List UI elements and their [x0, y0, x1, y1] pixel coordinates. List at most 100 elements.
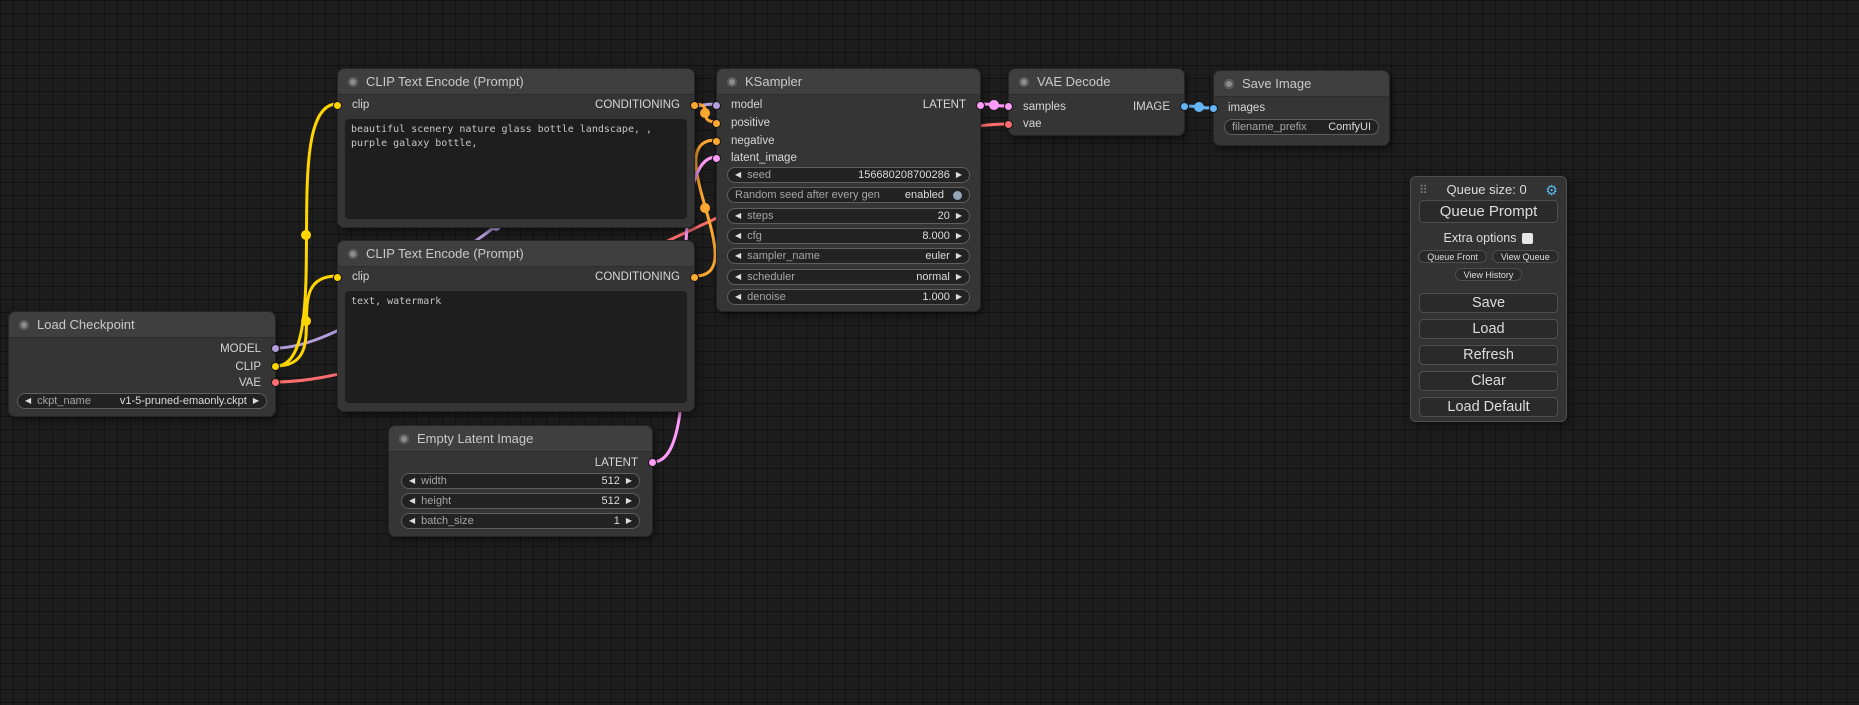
load-button[interactable]: Load — [1419, 319, 1558, 339]
node-title-bar[interactable]: KSampler — [717, 69, 980, 95]
node-title-bar[interactable]: Load Checkpoint — [9, 312, 275, 338]
collapse-dot-icon[interactable] — [348, 249, 358, 259]
decrement-icon[interactable]: ◀ — [735, 232, 741, 240]
widget-steps[interactable]: ◀ steps 20 ▶ — [727, 208, 970, 224]
collapse-dot-icon[interactable] — [1224, 79, 1234, 89]
slot-images-input[interactable] — [1209, 104, 1218, 113]
prompt-textarea[interactable]: beautiful scenery nature glass bottle la… — [345, 119, 687, 219]
toggle-indicator-icon[interactable] — [953, 191, 962, 200]
queue-front-button[interactable]: Queue Front — [1418, 250, 1487, 263]
slot-latent-output[interactable] — [648, 458, 657, 467]
slot-conditioning-output[interactable] — [690, 273, 699, 282]
prompt-textarea[interactable]: text, watermark — [345, 291, 687, 403]
slot-clip-output[interactable] — [271, 362, 280, 371]
slot-model-output[interactable] — [271, 344, 280, 353]
increment-icon[interactable]: ▶ — [956, 171, 962, 179]
decrement-icon[interactable]: ◀ — [409, 497, 415, 505]
extra-options-checkbox[interactable] — [1522, 233, 1533, 244]
collapse-dot-icon[interactable] — [348, 77, 358, 87]
node-graph-canvas[interactable]: Load Checkpoint MODEL CLIP VAE ◀ ckpt_na… — [0, 0, 1859, 705]
collapse-dot-icon[interactable] — [19, 320, 29, 330]
widget-height[interactable]: ◀ height 512 ▶ — [401, 493, 640, 509]
refresh-button[interactable]: Refresh — [1419, 345, 1558, 365]
slot-image-output[interactable] — [1180, 102, 1189, 111]
widget-denoise[interactable]: ◀ denoise 1.000 ▶ — [727, 289, 970, 305]
node-empty-latent-image[interactable]: Empty Latent Image LATENT ◀ width 512 ▶ … — [388, 425, 653, 537]
widget-seed[interactable]: ◀ seed 156680208700286 ▶ — [727, 167, 970, 183]
node-clip-text-encode-negative[interactable]: CLIP Text Encode (Prompt) clip CONDITION… — [337, 240, 695, 412]
node-title: Load Checkpoint — [37, 317, 135, 332]
slot-conditioning-output[interactable] — [690, 101, 699, 110]
input-label-vae: vae — [1023, 118, 1042, 131]
slot-vae-output[interactable] — [271, 378, 280, 387]
node-vae-decode[interactable]: VAE Decode samples vae IMAGE — [1008, 68, 1185, 136]
settings-gear-icon[interactable]: ⚙ — [1545, 183, 1558, 197]
input-label-samples: samples — [1023, 101, 1066, 114]
output-label-clip: CLIP — [235, 361, 261, 374]
increment-icon[interactable]: ▶ — [956, 212, 962, 220]
load-default-button[interactable]: Load Default — [1419, 397, 1558, 417]
slot-model-input[interactable] — [712, 101, 721, 110]
widget-cfg[interactable]: ◀ cfg 8.000 ▶ — [727, 228, 970, 244]
decrement-icon[interactable]: ◀ — [735, 171, 741, 179]
decrement-icon[interactable]: ◀ — [735, 212, 741, 220]
increment-icon[interactable]: ▶ — [956, 252, 962, 260]
view-history-button[interactable]: View History — [1455, 268, 1523, 281]
widget-sampler-name[interactable]: ◀ sampler_name euler ▶ — [727, 248, 970, 264]
slot-positive-input[interactable] — [712, 119, 721, 128]
node-save-image[interactable]: Save Image images filename_prefix ComfyU… — [1213, 70, 1390, 146]
node-clip-text-encode-positive[interactable]: CLIP Text Encode (Prompt) clip CONDITION… — [337, 68, 695, 228]
collapse-dot-icon[interactable] — [727, 77, 737, 87]
widget-label: filename_prefix — [1232, 121, 1307, 133]
slot-samples-input[interactable] — [1004, 102, 1013, 111]
widget-batch-size[interactable]: ◀ batch_size 1 ▶ — [401, 513, 640, 529]
widget-scheduler[interactable]: ◀ scheduler normal ▶ — [727, 269, 970, 285]
node-title-bar[interactable]: CLIP Text Encode (Prompt) — [338, 241, 694, 267]
increment-icon[interactable]: ▶ — [626, 517, 632, 525]
slot-clip-input[interactable] — [333, 101, 342, 110]
collapse-dot-icon[interactable] — [399, 434, 409, 444]
queue-prompt-button[interactable]: Queue Prompt — [1419, 200, 1558, 223]
view-queue-button[interactable]: View Queue — [1492, 250, 1559, 263]
increment-icon[interactable]: ▶ — [956, 273, 962, 281]
widget-ckpt-name[interactable]: ◀ ckpt_name v1-5-pruned-emaonly.ckpt ▶ — [17, 393, 267, 409]
increment-icon[interactable]: ▶ — [956, 293, 962, 301]
increment-icon[interactable]: ▶ — [253, 397, 259, 405]
node-title-bar[interactable]: Save Image — [1214, 71, 1389, 97]
clear-button[interactable]: Clear — [1419, 371, 1558, 391]
queue-panel-header: ⠿ Queue size: 0 ⚙ — [1419, 182, 1558, 197]
slot-clip-input[interactable] — [333, 273, 342, 282]
increment-icon[interactable]: ▶ — [626, 497, 632, 505]
slot-latent-image-input[interactable] — [712, 154, 721, 163]
slot-negative-input[interactable] — [712, 137, 721, 146]
input-label-latent-image: latent_image — [731, 152, 797, 165]
node-title: CLIP Text Encode (Prompt) — [366, 246, 524, 261]
widget-width[interactable]: ◀ width 512 ▶ — [401, 473, 640, 489]
widget-filename-prefix[interactable]: filename_prefix ComfyUI — [1224, 119, 1379, 135]
increment-icon[interactable]: ▶ — [956, 232, 962, 240]
widget-value: 1.000 — [922, 291, 950, 303]
increment-icon[interactable]: ▶ — [626, 477, 632, 485]
node-title-bar[interactable]: VAE Decode — [1009, 69, 1184, 95]
decrement-icon[interactable]: ◀ — [735, 273, 741, 281]
widget-value: v1-5-pruned-emaonly.ckpt — [120, 395, 247, 407]
node-title: KSampler — [745, 74, 802, 89]
decrement-icon[interactable]: ◀ — [409, 517, 415, 525]
slot-vae-input[interactable] — [1004, 120, 1013, 129]
decrement-icon[interactable]: ◀ — [735, 252, 741, 260]
node-load-checkpoint[interactable]: Load Checkpoint MODEL CLIP VAE ◀ ckpt_na… — [8, 311, 276, 417]
collapse-dot-icon[interactable] — [1019, 77, 1029, 87]
save-button[interactable]: Save — [1419, 293, 1558, 313]
node-ksampler[interactable]: KSampler model positive negative latent_… — [716, 68, 981, 312]
widget-random-seed-toggle[interactable]: Random seed after every gen enabled — [727, 187, 970, 203]
node-title-bar[interactable]: Empty Latent Image — [389, 426, 652, 452]
slot-latent-output[interactable] — [976, 101, 985, 110]
link-midpoint-dot — [700, 108, 710, 118]
node-title: VAE Decode — [1037, 74, 1110, 89]
decrement-icon[interactable]: ◀ — [25, 397, 31, 405]
decrement-icon[interactable]: ◀ — [735, 293, 741, 301]
input-label-clip: clip — [352, 99, 369, 112]
decrement-icon[interactable]: ◀ — [409, 477, 415, 485]
drag-handle-icon[interactable]: ⠿ — [1419, 183, 1428, 197]
node-title-bar[interactable]: CLIP Text Encode (Prompt) — [338, 69, 694, 95]
